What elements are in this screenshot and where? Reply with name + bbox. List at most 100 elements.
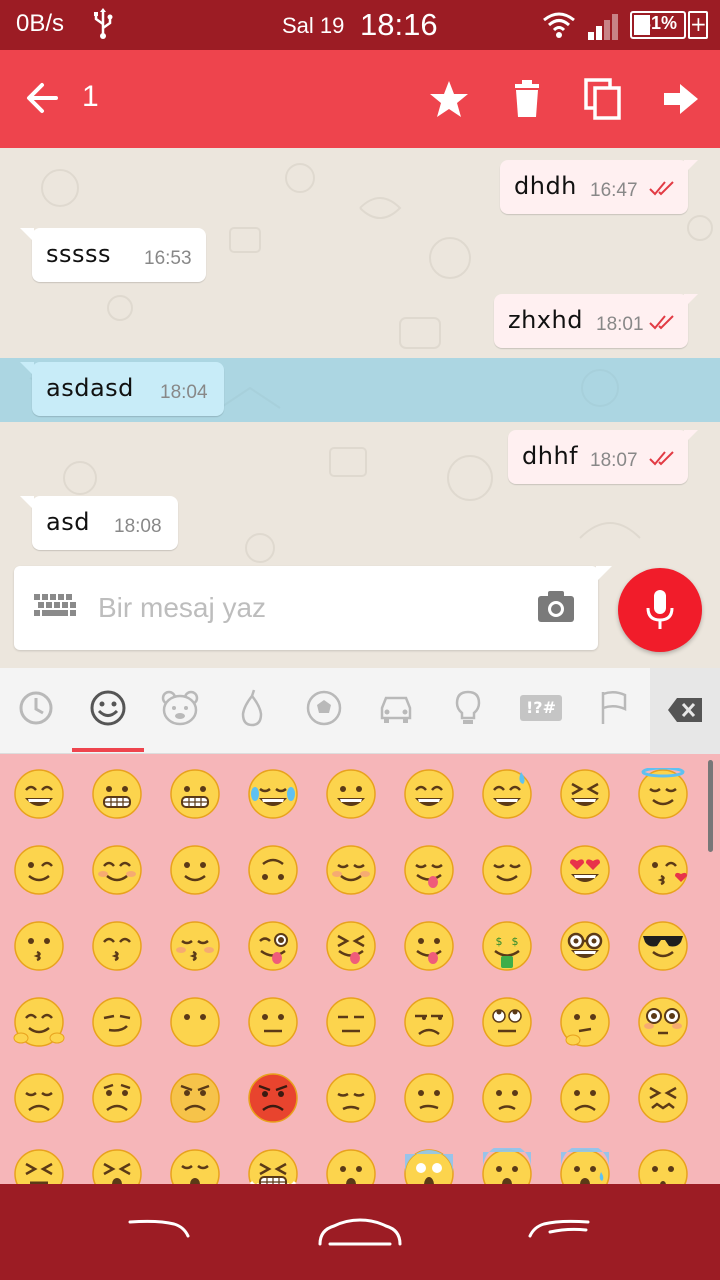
- objects-tab-icon[interactable]: [448, 688, 488, 728]
- tongue-emoji-icon[interactable]: [403, 920, 455, 972]
- relieved-emoji-icon[interactable]: [481, 844, 533, 896]
- slight-smile-emoji-icon[interactable]: [169, 844, 221, 896]
- no-mouth-emoji-icon[interactable]: [169, 996, 221, 1048]
- emoji-scrollbar[interactable]: [708, 760, 713, 852]
- worried-emoji-icon[interactable]: [91, 1072, 143, 1124]
- bubble-tail: [684, 160, 698, 174]
- backspace-icon: [668, 698, 702, 722]
- grimacing-emoji-icon[interactable]: [169, 768, 221, 820]
- active-tab-indicator: [72, 748, 144, 752]
- message-bubble-incoming-selected[interactable]: asdasd 18:04: [32, 362, 224, 416]
- navigation-bar: [0, 1184, 720, 1280]
- wink-emoji-icon[interactable]: [13, 844, 65, 896]
- upside-down-emoji-icon[interactable]: [247, 844, 299, 896]
- message-bubble-outgoing[interactable]: zhxhd 18:01: [494, 294, 688, 348]
- unamused-emoji-icon[interactable]: [403, 996, 455, 1048]
- triumph-emoji-icon[interactable]: [247, 1148, 299, 1184]
- hushed-emoji-icon[interactable]: [637, 1148, 689, 1184]
- smirk-emoji-icon[interactable]: [91, 996, 143, 1048]
- rolling-eyes-emoji-icon[interactable]: [481, 996, 533, 1048]
- recent-tab-icon[interactable]: [16, 688, 56, 728]
- hugging-emoji-icon[interactable]: [13, 996, 65, 1048]
- smileys-tab-icon[interactable]: [88, 688, 128, 728]
- animals-tab-icon[interactable]: [160, 688, 200, 728]
- scream-emoji-icon[interactable]: [403, 1148, 455, 1184]
- thinking-emoji-icon[interactable]: [559, 996, 611, 1048]
- message-bubble-incoming[interactable]: asd 18:08: [32, 496, 178, 550]
- battery-icon: 31%: [630, 11, 686, 39]
- innocent-emoji-icon[interactable]: [637, 768, 689, 820]
- message-bubble-incoming[interactable]: sssss 16:53: [32, 228, 206, 282]
- signal-icon: [588, 14, 618, 40]
- tongue-wink-emoji-icon[interactable]: [247, 920, 299, 972]
- recents-nav-icon[interactable]: [528, 1218, 590, 1242]
- yum-emoji-icon[interactable]: [403, 844, 455, 896]
- blush-emoji-icon[interactable]: [91, 844, 143, 896]
- joy-emoji-icon[interactable]: [247, 768, 299, 820]
- message-input[interactable]: Bir mesaj yaz: [14, 566, 598, 650]
- smile-emoji-icon[interactable]: [403, 768, 455, 820]
- fearful-emoji-icon[interactable]: [481, 1148, 533, 1184]
- symbols-tab-icon[interactable]: !?#: [520, 695, 562, 721]
- travel-tab-icon[interactable]: [376, 688, 416, 728]
- slight-frown-emoji-icon[interactable]: [481, 1072, 533, 1124]
- back-arrow-icon[interactable]: [24, 80, 60, 116]
- relaxed-emoji-icon[interactable]: [325, 844, 377, 896]
- expressionless-emoji-icon[interactable]: [325, 996, 377, 1048]
- bubble-tail: [684, 430, 698, 444]
- camera-icon[interactable]: [536, 588, 576, 624]
- flags-tab-icon[interactable]: [594, 688, 634, 728]
- tongue-closed-eyes-emoji-icon[interactable]: [325, 920, 377, 972]
- kissing-closed-eyes-emoji-icon[interactable]: [169, 920, 221, 972]
- microphone-button[interactable]: [618, 568, 702, 652]
- sweat-smile-emoji-icon[interactable]: [481, 768, 533, 820]
- angry-emoji-icon[interactable]: [169, 1072, 221, 1124]
- food-tab-icon[interactable]: [232, 688, 272, 728]
- flushed-emoji-icon[interactable]: [637, 996, 689, 1048]
- battery-percent: 31%: [641, 13, 678, 33]
- laughing-emoji-icon[interactable]: [559, 768, 611, 820]
- svg-text:$: $: [512, 935, 519, 948]
- backspace-button[interactable]: [650, 668, 720, 754]
- tired-emoji-icon[interactable]: [91, 1148, 143, 1184]
- rage-emoji-icon[interactable]: [247, 1072, 299, 1124]
- confounded-emoji-icon[interactable]: [637, 1072, 689, 1124]
- money-mouth-emoji-icon[interactable]: $ $: [481, 920, 533, 972]
- message-text: asdasd: [46, 374, 134, 402]
- frowning-emoji-icon[interactable]: [559, 1072, 611, 1124]
- back-nav-icon[interactable]: [128, 1218, 190, 1242]
- status-bar: 0B/s Sal 19 18:16 31% +: [0, 0, 720, 50]
- kissing-heart-emoji-icon[interactable]: [637, 844, 689, 896]
- keyboard-icon[interactable]: [34, 594, 78, 622]
- copy-icon[interactable]: [582, 78, 624, 120]
- open-mouth-emoji-icon[interactable]: [325, 1148, 377, 1184]
- cold-sweat-emoji-icon[interactable]: [559, 1148, 611, 1184]
- sports-tab-icon[interactable]: [304, 688, 344, 728]
- forward-icon[interactable]: [660, 78, 702, 120]
- grinning-emoji-icon[interactable]: [13, 768, 65, 820]
- confused-emoji-icon[interactable]: [403, 1072, 455, 1124]
- emoji-grid: $ $: [0, 754, 720, 1184]
- read-ticks-icon: [649, 181, 674, 196]
- pensive-emoji-icon[interactable]: [325, 1072, 377, 1124]
- selected-count: 1: [82, 80, 99, 113]
- kissing-smiling-eyes-emoji-icon[interactable]: [91, 920, 143, 972]
- star-icon[interactable]: [428, 78, 470, 120]
- kissing-emoji-icon[interactable]: [13, 920, 65, 972]
- weary-emoji-icon[interactable]: [169, 1148, 221, 1184]
- heart-eyes-emoji-icon[interactable]: [559, 844, 611, 896]
- read-ticks-icon: [649, 315, 674, 330]
- bubble-tail: [684, 294, 698, 308]
- sunglasses-emoji-icon[interactable]: [637, 920, 689, 972]
- home-nav-icon[interactable]: [316, 1218, 404, 1248]
- nerd-emoji-icon[interactable]: [559, 920, 611, 972]
- message-bubble-outgoing[interactable]: dhdh 16:47: [500, 160, 688, 214]
- smiley-emoji-icon[interactable]: [325, 768, 377, 820]
- message-bubble-outgoing[interactable]: dhhf 18:07: [508, 430, 688, 484]
- disappointed-emoji-icon[interactable]: [13, 1072, 65, 1124]
- persevere-emoji-icon[interactable]: [13, 1148, 65, 1184]
- usb-icon: [94, 8, 113, 39]
- delete-icon[interactable]: [506, 78, 548, 120]
- neutral-emoji-icon[interactable]: [247, 996, 299, 1048]
- grimacing-emoji-icon[interactable]: [91, 768, 143, 820]
